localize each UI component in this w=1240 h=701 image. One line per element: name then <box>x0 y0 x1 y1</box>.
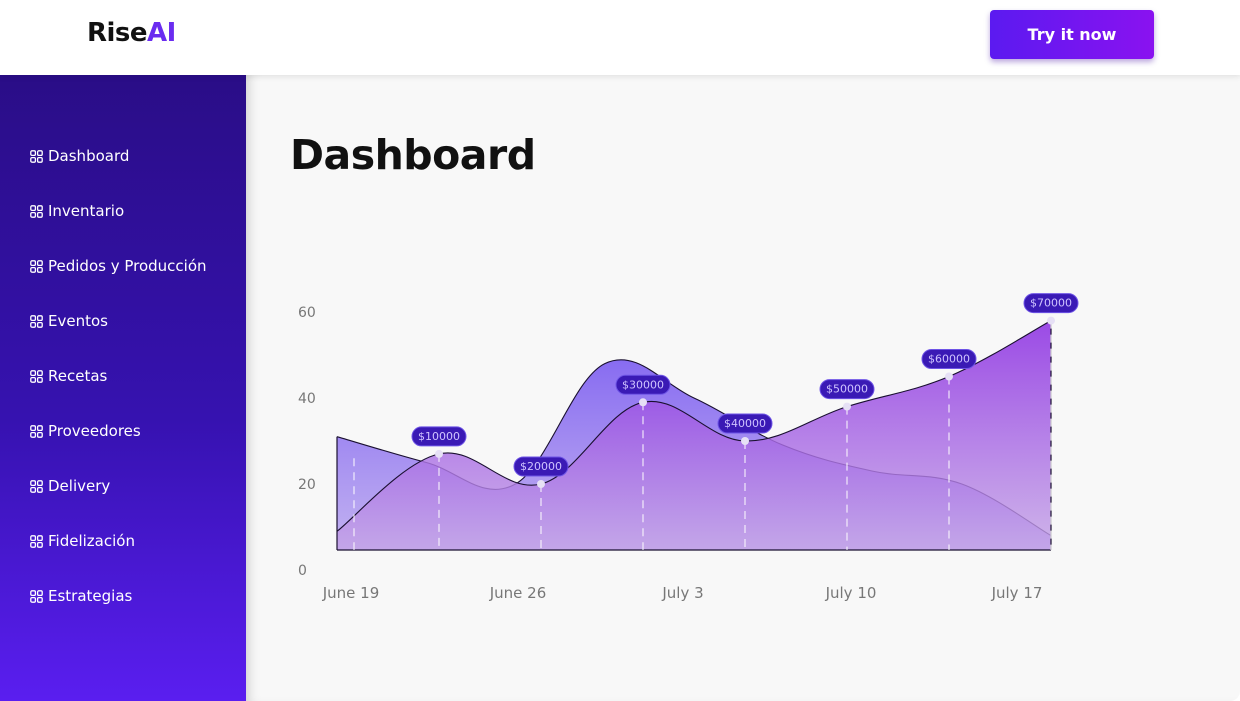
grid-icon <box>30 424 43 438</box>
grid-icon <box>30 369 43 383</box>
x-tick-label: July 3 <box>661 584 703 602</box>
sidebar: Dashboard Inventario Pedidos y Producción E… <box>0 75 246 701</box>
y-tick-label: 40 <box>298 391 316 407</box>
data-point <box>537 480 545 488</box>
grid-icon <box>30 479 43 493</box>
grid-icon <box>30 204 43 218</box>
value-label: $70000 <box>1030 297 1072 310</box>
sidebar-item-label: Inventario <box>48 202 125 220</box>
grid-icon <box>30 149 43 163</box>
data-point <box>945 372 953 381</box>
sidebar-item-pedidos[interactable]: Pedidos y Producción <box>30 255 207 277</box>
grid-icon <box>30 534 43 548</box>
x-tick-label: July 10 <box>825 584 877 602</box>
y-tick-label: 0 <box>298 563 307 579</box>
sidebar-item-proveedores[interactable]: Proveedores <box>30 420 141 442</box>
sidebar-item-label: Estrategias <box>48 587 133 605</box>
try-it-now-button[interactable]: Try it now <box>990 10 1154 59</box>
value-label: $60000 <box>928 353 970 366</box>
main-content: Dashboard $10000 $20000 $30000 $40000 $50000… <box>246 75 1240 701</box>
data-point <box>639 398 647 407</box>
grid-icon <box>30 589 43 603</box>
sidebar-item-inventario[interactable]: Inventario <box>30 200 124 222</box>
sidebar-item-dashboard[interactable]: Dashboard <box>30 145 129 167</box>
sidebar-item-label: Dashboard <box>48 147 130 165</box>
logo-text: Rise <box>87 18 148 48</box>
data-point <box>843 402 851 411</box>
x-tick-label: June 26 <box>489 584 547 602</box>
sidebar-item-label: Pedidos y Producción <box>48 257 207 275</box>
top-bar: RiseAI Try it now <box>0 0 1240 75</box>
value-label: $10000 <box>418 430 460 443</box>
value-label: $20000 <box>520 460 562 473</box>
y-tick-label: 60 <box>298 305 316 321</box>
value-label: $30000 <box>622 378 664 391</box>
sidebar-item-label: Delivery <box>48 477 111 495</box>
sidebar-item-recetas[interactable]: Recetas <box>30 365 107 387</box>
sidebar-item-fidelizacion[interactable]: Fidelización <box>30 530 135 552</box>
value-label: $40000 <box>724 417 766 430</box>
data-point <box>435 449 443 458</box>
sidebar-item-label: Proveedores <box>48 422 141 440</box>
logo[interactable]: RiseAI <box>87 18 176 48</box>
sidebar-item-label: Eventos <box>48 312 108 330</box>
area-chart: $10000 $20000 $30000 $40000 $50000 $60000 $700… <box>298 293 1079 602</box>
sidebar-item-estrategias[interactable]: Estrategias <box>30 585 132 607</box>
grid-icon <box>30 259 43 273</box>
x-tick-label: June 19 <box>322 584 380 602</box>
x-tick-label: July 17 <box>991 584 1043 602</box>
sidebar-item-label: Recetas <box>48 367 108 385</box>
logo-accent: AI <box>147 18 176 48</box>
data-point <box>1047 316 1055 325</box>
data-point <box>741 437 749 445</box>
sidebar-item-label: Fidelización <box>48 532 135 550</box>
sidebar-item-delivery[interactable]: Delivery <box>30 475 110 497</box>
grid-icon <box>30 314 43 328</box>
y-tick-label: 20 <box>298 477 316 493</box>
value-label: $50000 <box>826 383 868 396</box>
sidebar-item-eventos[interactable]: Eventos <box>30 310 108 332</box>
